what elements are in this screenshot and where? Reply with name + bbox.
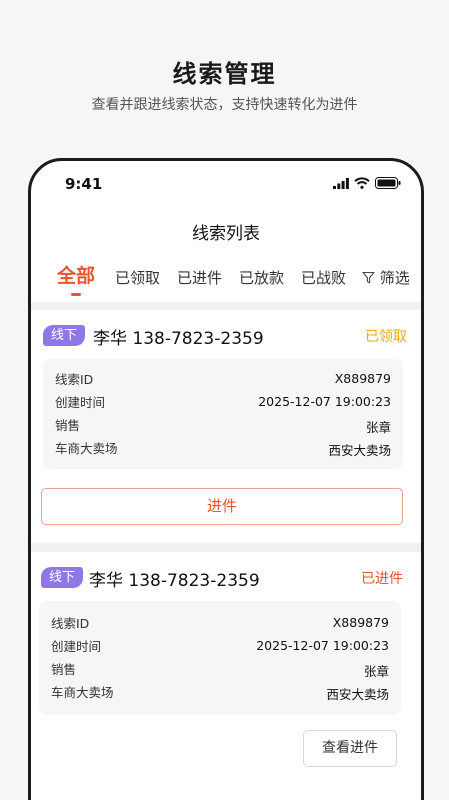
lead-status: 已领取 (365, 329, 407, 345)
info-row-created: 创建时间 2025-12-07 19:00:23 (55, 392, 391, 412)
filter-label: 筛选 (379, 269, 410, 287)
info-row-dealer: 车商大卖场 西安大卖场 (51, 682, 389, 702)
tab-submitted[interactable]: 已进件 (177, 267, 222, 288)
info-key: 车商大卖场 (55, 441, 118, 456)
phone-frame: 9:41 线索列表 全部 已领取 已进件 已放款 已战败 筛选 线下 李华 13… (28, 158, 424, 800)
info-value: 2025-12-07 19:00:23 (258, 394, 391, 409)
source-tag: 线下 (41, 567, 83, 588)
info-value: 西安大卖场 (326, 687, 389, 702)
lead-list: 线下 李华 138-7823-2359 已领取 线索ID X889879 创建时… (31, 302, 421, 800)
info-row-dealer: 车商大卖场 西安大卖场 (55, 438, 391, 458)
hero-title: 线索管理 (172, 60, 277, 88)
lead-card-header: 线下 李华 138-7823-2359 已领取 (43, 322, 407, 349)
source-tag: 线下 (43, 325, 85, 346)
hero-subtitle: 查看并跟进线索状态，支持快速转化为进件 (91, 97, 358, 113)
info-value: X889879 (332, 615, 389, 630)
page-title: 线索列表 (192, 224, 260, 244)
info-key: 线索ID (51, 616, 90, 631)
lead-info-box: 线索ID X889879 创建时间 2025-12-07 19:00:23 销售… (43, 359, 403, 469)
info-row-sales: 销售 张章 (51, 659, 389, 679)
info-key: 创建时间 (55, 395, 106, 410)
status-tabs: 全部 已领取 已进件 已放款 已战败 筛选 (31, 261, 421, 299)
tab-lost[interactable]: 已战败 (301, 267, 346, 288)
info-value: 张章 (365, 420, 391, 435)
status-bar: 9:41 (31, 161, 421, 207)
info-value: 张章 (363, 664, 389, 679)
status-icons (333, 177, 401, 189)
signal-icon (333, 177, 349, 189)
wifi-icon (354, 177, 370, 189)
info-row-sales: 销售 张章 (55, 415, 391, 435)
info-value: 2025-12-07 19:00:23 (256, 638, 389, 653)
tab-filter[interactable]: 筛选 (362, 267, 410, 288)
status-time: 9:41 (65, 175, 103, 193)
info-key: 销售 (55, 418, 81, 433)
lead-name-phone: 李华 138-7823-2359 (89, 571, 260, 591)
info-row-id: 线索ID X889879 (51, 613, 389, 633)
lead-card[interactable]: 线下 李华 138-7823-2359 已进件 线索ID X889879 创建时… (31, 552, 421, 800)
tab-all[interactable]: 全部 (57, 261, 95, 288)
lead-card[interactable]: 线下 李华 138-7823-2359 已领取 线索ID X889879 创建时… (31, 310, 421, 543)
battery-icon (375, 177, 401, 189)
info-key: 销售 (51, 662, 77, 677)
lead-status: 已进件 (361, 571, 403, 587)
info-row-id: 线索ID X889879 (55, 369, 391, 389)
lead-name-phone: 李华 138-7823-2359 (93, 329, 264, 349)
lead-card-header: 线下 李华 138-7823-2359 已进件 (41, 564, 403, 591)
filter-icon (362, 271, 375, 284)
info-value: X889879 (334, 371, 391, 386)
tab-disbursed[interactable]: 已放款 (239, 267, 284, 288)
lead-info-box: 线索ID X889879 创建时间 2025-12-07 19:00:23 销售… (39, 601, 401, 715)
info-key: 线索ID (55, 372, 94, 387)
submit-application-button[interactable]: 进件 (41, 488, 403, 525)
tab-claimed[interactable]: 已领取 (115, 267, 160, 288)
tab-active-indicator (71, 293, 81, 296)
info-value: 西安大卖场 (328, 443, 391, 458)
info-key: 车商大卖场 (51, 685, 114, 700)
info-key: 创建时间 (51, 639, 102, 654)
info-row-created: 创建时间 2025-12-07 19:00:23 (51, 636, 389, 656)
view-application-button[interactable]: 查看进件 (303, 730, 397, 767)
